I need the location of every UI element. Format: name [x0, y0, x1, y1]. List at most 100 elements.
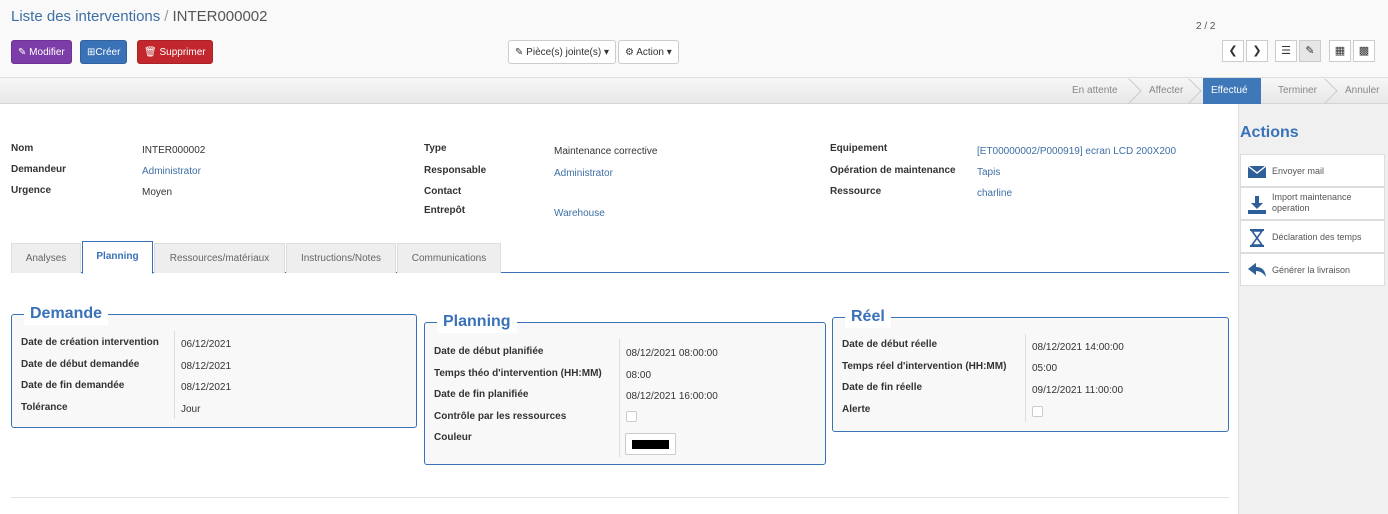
demande-value-tolerance: Jour: [181, 404, 201, 415]
planning-fieldset: Planning Date de début planifiée 08/12/2…: [424, 311, 826, 465]
field-label-operation: Opération de maintenance: [830, 165, 956, 176]
field-label-nom: Nom: [11, 143, 34, 154]
field-value-equipement-link[interactable]: [ET00000002/P000919] ecran LCD 200X200: [977, 146, 1176, 157]
reel-label-fin: Date de fin réelle: [842, 382, 923, 393]
breadcrumb-current: INTER000002: [172, 8, 268, 25]
reel-fieldset: Réel Date de début réelle 08/12/2021 14:…: [832, 306, 1229, 432]
field-label-type: Type: [424, 143, 447, 154]
action-generer-livraison[interactable]: Générer la livraison: [1240, 253, 1385, 286]
action-label: Action: [636, 47, 664, 58]
stage-separator: [1116, 78, 1142, 104]
field-value-operation-link[interactable]: Tapis: [977, 167, 1000, 178]
action-declaration-temps[interactable]: Déclaration des temps: [1240, 220, 1385, 253]
demande-value-debut: 08/12/2021: [181, 361, 232, 372]
form-bottom-divider: [11, 497, 1229, 498]
action-generer-livraison-label: Générer la livraison: [1272, 265, 1351, 275]
demande-value-fin: 08/12/2021: [181, 382, 232, 393]
create-button-label: Créer: [95, 47, 121, 58]
demande-label-tolerance: Tolérance: [21, 402, 68, 413]
stage-terminer[interactable]: Terminer: [1278, 78, 1317, 104]
hourglass-icon: [1250, 229, 1264, 247]
stage-effectue[interactable]: Effectué: [1203, 78, 1261, 104]
field-value-type: Maintenance corrective: [554, 146, 658, 157]
list-view-button[interactable]: ☰: [1275, 40, 1297, 62]
create-button[interactable]: ⊞Créer: [80, 40, 128, 64]
reel-label-debut: Date de début réelle: [842, 339, 938, 350]
calendar-view-button[interactable]: ▦: [1329, 40, 1351, 62]
trash-icon: 🗑: [144, 47, 157, 58]
field-divider: [1025, 334, 1026, 422]
demande-legend: Demande: [24, 303, 109, 325]
field-label-demandeur: Demandeur: [11, 164, 67, 175]
demande-label-creation: Date de création intervention: [21, 337, 159, 348]
edit-button-label: Modifier: [29, 47, 65, 58]
list-icon: ☰: [1281, 45, 1291, 57]
field-value-responsable-link[interactable]: Administrator: [554, 168, 613, 179]
attachments-dropdown[interactable]: ✎ Pièce(s) jointe(s) ▾: [508, 40, 617, 64]
status-bar: En attente Affecter Effectué Terminer An…: [0, 78, 1388, 104]
breadcrumb-parent-link[interactable]: Liste des interventions: [11, 8, 160, 25]
action-envoyer-mail[interactable]: Envoyer mail: [1240, 154, 1385, 187]
reel-value-temps: 05:00: [1032, 363, 1058, 374]
form-view-button[interactable]: ✎: [1299, 40, 1321, 62]
stage-annuler[interactable]: Annuler: [1345, 78, 1379, 104]
gear-icon: ⚙: [625, 47, 634, 58]
edit-square-icon: ✎: [1305, 45, 1315, 57]
alerte-checkbox[interactable]: [1032, 406, 1043, 417]
field-value-ressource-link[interactable]: charline: [977, 188, 1012, 199]
tab-ressources-materiaux[interactable]: Ressources/matériaux: [154, 243, 285, 273]
controle-ressources-checkbox[interactable]: [626, 411, 637, 422]
action-envoyer-mail-label: Envoyer mail: [1272, 166, 1325, 176]
notebook-tabs: Analyses Planning Ressources/matériaux I…: [11, 241, 1229, 274]
pager-value: 2 / 2: [1196, 21, 1216, 32]
envelope-icon: [1247, 165, 1267, 178]
field-value-entrepot-link[interactable]: Warehouse: [554, 208, 605, 219]
download-icon: [1248, 196, 1266, 214]
grid-icon: ▩: [1358, 45, 1370, 57]
actions-title: Actions: [1240, 124, 1299, 141]
planning-label-fin: Date de fin planifiée: [434, 389, 529, 400]
planning-legend: Planning: [437, 311, 517, 333]
edit-button[interactable]: ✎ Modifier: [11, 40, 72, 64]
field-value-nom: INTER000002: [142, 145, 206, 156]
breadcrumb-separator: /: [164, 8, 169, 25]
tab-communications[interactable]: Communications: [397, 243, 501, 273]
tab-analyses[interactable]: Analyses: [11, 243, 81, 273]
kanban-view-button[interactable]: ▩: [1353, 40, 1375, 62]
demande-label-debut: Date de début demandée: [21, 359, 140, 370]
reel-legend: Réel: [845, 306, 891, 328]
attachments-label: Pièce(s) jointe(s): [526, 47, 602, 58]
delete-button[interactable]: 🗑 Supprimer: [137, 40, 213, 64]
edit-icon: ✎: [18, 47, 27, 58]
field-divider: [174, 331, 175, 419]
breadcrumb: Liste des interventions / INTER000002: [11, 8, 268, 25]
pager-next-button[interactable]: ❯: [1246, 40, 1268, 62]
caret-down-icon: ▾: [603, 47, 610, 58]
control-panel: Liste des interventions / INTER000002 ✎ Mo…: [0, 0, 1388, 78]
tab-instructions-notes[interactable]: Instructions/Notes: [286, 243, 396, 273]
reel-value-debut: 08/12/2021 14:00:00: [1032, 342, 1124, 353]
paperclip-icon: ✎: [515, 47, 524, 58]
planning-label-controle: Contrôle par les ressources: [434, 411, 567, 422]
stage-en-attente[interactable]: En attente: [1072, 78, 1118, 104]
action-import-maintenance[interactable]: Import maintenance operation: [1240, 187, 1385, 220]
field-divider: [619, 339, 620, 457]
planning-value-temps-theo: 08:00: [626, 370, 652, 381]
calendar-icon: ▦: [1334, 45, 1346, 57]
pager-previous-button[interactable]: ❮: [1222, 40, 1244, 62]
field-label-entrepot: Entrepôt: [424, 205, 466, 216]
chevron-left-icon: ❮: [1228, 45, 1238, 57]
field-label-responsable: Responsable: [424, 165, 487, 176]
color-swatch: [632, 440, 669, 449]
chevron-right-icon: ❯: [1252, 45, 1262, 57]
reel-label-temps: Temps réel d'intervention (HH:MM): [842, 361, 1007, 372]
reel-value-fin: 09/12/2021 11:00:00: [1032, 385, 1124, 396]
field-value-demandeur-link[interactable]: Administrator: [142, 166, 201, 177]
planning-label-couleur: Couleur: [434, 432, 472, 443]
tab-planning[interactable]: Planning: [82, 241, 153, 274]
color-picker[interactable]: [625, 433, 676, 455]
action-dropdown[interactable]: ⚙ Action ▾: [618, 40, 679, 64]
demande-fieldset: Demande Date de création intervention 06…: [11, 303, 417, 428]
delete-button-label: Supprimer: [159, 47, 206, 58]
demande-label-fin: Date de fin demandée: [21, 380, 125, 391]
